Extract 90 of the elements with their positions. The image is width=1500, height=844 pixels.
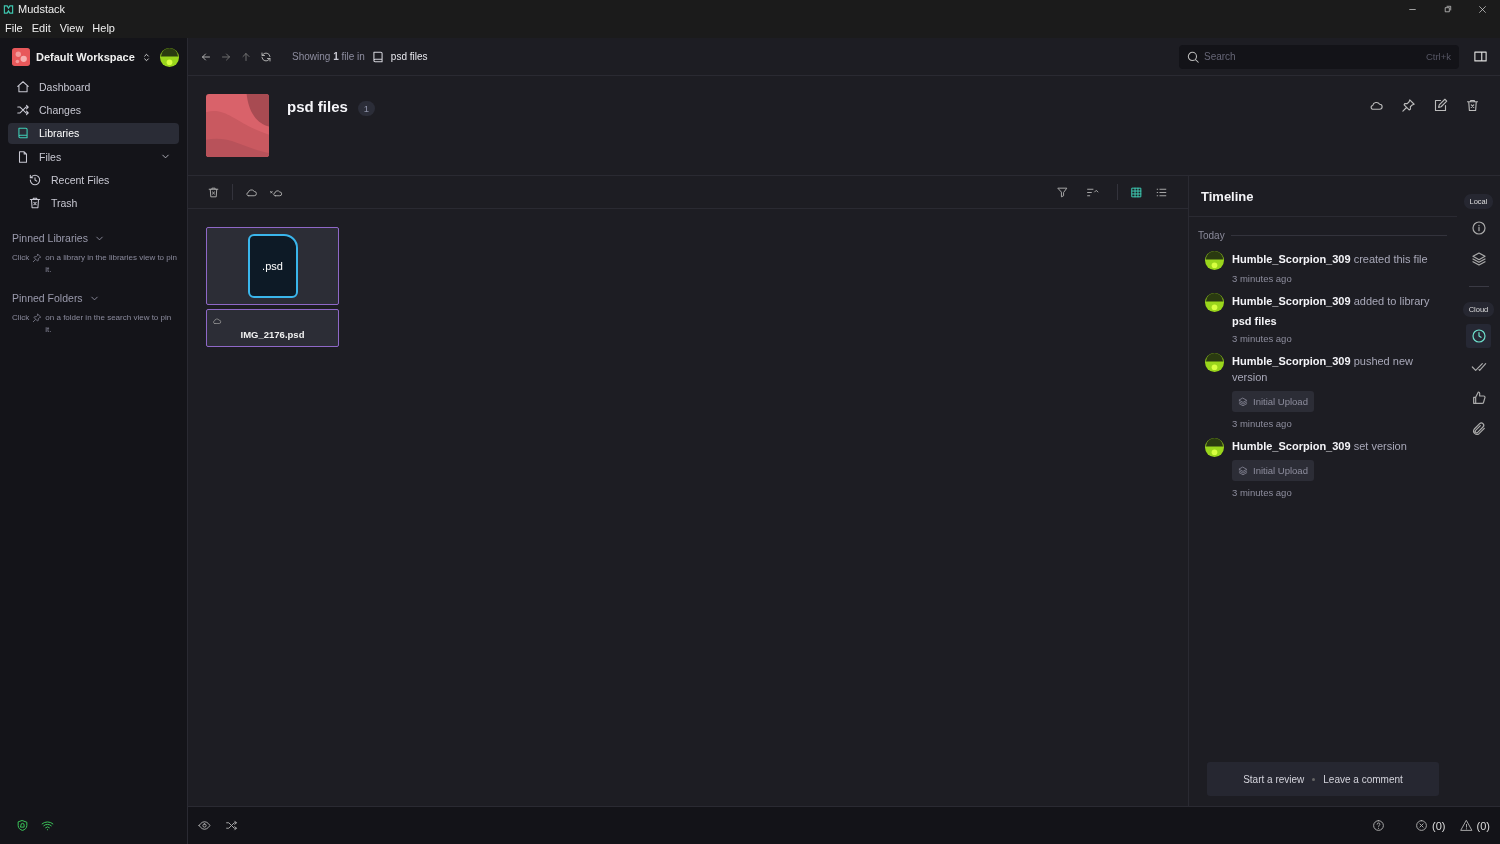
clock-icon <box>1470 328 1487 344</box>
clock-tab[interactable] <box>1466 324 1491 348</box>
warning-icon[interactable] <box>1459 819 1473 832</box>
timeline-title: Timeline <box>1189 176 1457 217</box>
window-title: Mudstack <box>18 3 66 15</box>
user-avatar <box>1205 293 1224 312</box>
group-label: Today <box>1198 230 1225 241</box>
shield-icon[interactable] <box>16 818 29 832</box>
event-time: 3 minutes ago <box>1232 418 1293 429</box>
history-icon <box>28 173 42 188</box>
pin-icon[interactable] <box>1401 98 1416 113</box>
layers-icon <box>1470 251 1487 267</box>
event-text: Humble_Scorpion_309 created this file <box>1232 252 1428 267</box>
user-avatar <box>1205 251 1224 270</box>
event-text: Humble_Scorpion_309 added to library <box>1232 294 1430 309</box>
book-icon <box>370 49 385 64</box>
file-name: IMG_2176.psd <box>240 329 305 340</box>
menu-item[interactable]: View <box>59 22 84 34</box>
wifi-icon[interactable] <box>41 818 54 832</box>
file-type-icon: .psd <box>247 234 298 298</box>
count-badge: 1 <box>357 101 376 116</box>
leave-comment-link[interactable]: Leave a comment <box>1323 773 1403 785</box>
trash-icon[interactable] <box>1465 98 1480 113</box>
sidebar-item[interactable]: Dashboard <box>8 76 179 97</box>
user-avatar <box>1205 438 1224 457</box>
sidebar-item[interactable]: Libraries <box>8 122 179 144</box>
file-name-card[interactable]: IMG_2176.psd <box>206 309 339 347</box>
restore-icon[interactable] <box>1442 3 1453 15</box>
version-label: Initial Upload <box>1253 396 1308 407</box>
library-title: psd files <box>287 98 348 115</box>
eye-icon[interactable] <box>198 819 211 832</box>
sidebar-item[interactable]: Files <box>8 146 179 168</box>
shuffle-icon <box>16 102 30 117</box>
shortcut-hint: Ctrl+k <box>1425 50 1451 62</box>
menu-item[interactable]: Edit <box>31 22 51 34</box>
app-logo-icon <box>3 3 14 15</box>
error-count: (0) <box>1432 819 1446 832</box>
close-icon[interactable] <box>1477 3 1488 15</box>
menu-item[interactable]: Help <box>92 22 115 34</box>
search-icon <box>1186 49 1200 64</box>
event-text: Humble_Scorpion_309 set version <box>1232 439 1407 454</box>
section-header[interactable]: Pinned Folders <box>12 292 179 305</box>
sidebar-item[interactable]: Recent Files <box>8 169 179 191</box>
trash-icon[interactable] <box>207 185 220 199</box>
workspace-icon <box>12 48 30 66</box>
warning-count: (0) <box>1476 819 1490 832</box>
pin-icon <box>32 313 43 324</box>
refresh-icon[interactable] <box>260 50 272 63</box>
event-text: Humble_Scorpion_309 pushed new version <box>1232 354 1414 385</box>
thumbs-up-icon <box>1470 390 1487 406</box>
library-link[interactable]: psd files <box>1232 315 1430 327</box>
home-icon <box>16 79 30 94</box>
layers-icon <box>1238 396 1248 407</box>
hint-text: Click <box>12 312 30 325</box>
error-icon[interactable] <box>1415 819 1429 832</box>
sidebar-item[interactable]: Trash <box>8 192 179 214</box>
help-icon[interactable] <box>1372 819 1386 832</box>
version-label: Initial Upload <box>1253 465 1308 476</box>
shuffle-icon[interactable] <box>225 819 238 832</box>
hint-text: Click <box>12 252 30 265</box>
trash-icon <box>28 196 42 211</box>
version-tag[interactable]: Initial Upload <box>1232 391 1314 412</box>
file-icon <box>16 149 30 164</box>
breadcrumb-text: Showing 1 file in <box>292 51 365 62</box>
user-avatar[interactable] <box>160 47 179 67</box>
hint-text: on a folder in the search view to pin it. <box>45 312 173 337</box>
info-icon <box>1470 220 1487 236</box>
event-time: 3 minutes ago <box>1232 273 1293 284</box>
book-icon <box>16 126 30 141</box>
edit-icon[interactable] <box>1433 98 1448 113</box>
grid-view-icon[interactable] <box>1130 185 1143 199</box>
breadcrumb-link[interactable]: psd files <box>390 51 428 62</box>
user-avatar <box>1205 353 1224 372</box>
panel-toggle-icon[interactable] <box>1473 49 1488 64</box>
event-time: 3 minutes ago <box>1232 333 1293 344</box>
layers-icon <box>1238 465 1248 476</box>
version-tag[interactable]: Initial Upload <box>1232 460 1314 481</box>
hint-text: on a library in the libraries view to pin it. <box>45 252 178 277</box>
sidebar-item[interactable]: Changes <box>8 99 179 121</box>
menu-item[interactable]: File <box>5 22 23 34</box>
paperclip-icon <box>1470 421 1487 437</box>
event-time: 3 minutes ago <box>1232 487 1293 498</box>
workspace-selector[interactable]: Default Workspace <box>8 46 156 68</box>
filter-icon[interactable] <box>1056 185 1069 199</box>
start-review-link[interactable]: Start a review <box>1243 773 1305 785</box>
file-thumbnail[interactable]: .psd <box>206 227 339 305</box>
cloud-icon <box>212 316 222 326</box>
pin-icon <box>32 253 43 264</box>
section-header[interactable]: Pinned Libraries <box>12 232 179 245</box>
back-icon[interactable] <box>200 50 212 63</box>
